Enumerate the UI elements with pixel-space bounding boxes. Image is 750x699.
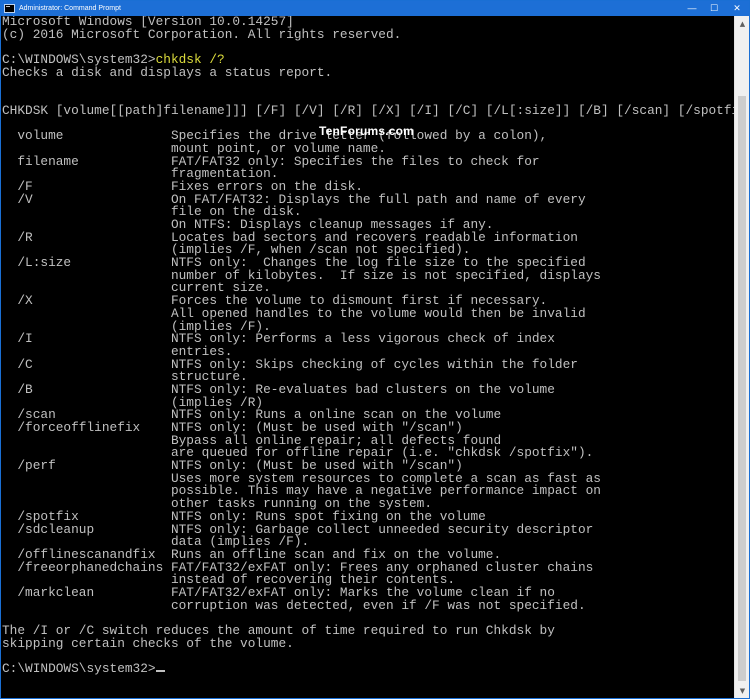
console-line: Checks a disk and displays a status repo…: [2, 64, 333, 80]
cmd-icon: [4, 4, 15, 13]
text-cursor: [155, 670, 165, 673]
scrollbar-thumb[interactable]: [738, 96, 746, 681]
close-button[interactable]: ✕: [725, 1, 749, 16]
console-line: C:\WINDOWS\system32>: [2, 662, 735, 676]
command-prompt-window: Administrator: Command Prompt — ☐ ✕ Micr…: [0, 0, 750, 699]
console-line: skipping certain checks of the volume.: [2, 635, 294, 651]
vertical-scrollbar[interactable]: ▲ ▼: [734, 16, 749, 698]
title-bar[interactable]: Administrator: Command Prompt — ☐ ✕: [1, 1, 749, 16]
console-line: (c) 2016 Microsoft Corporation. All righ…: [2, 26, 402, 42]
maximize-button[interactable]: ☐: [703, 1, 725, 16]
console-output[interactable]: Microsoft Windows [Version 10.0.14257] (c…: [2, 16, 735, 698]
minimize-button[interactable]: —: [681, 1, 703, 16]
scroll-up-icon[interactable]: ▲: [735, 16, 750, 31]
console-line: corruption was detected, even if /F was …: [2, 597, 586, 613]
scroll-down-icon[interactable]: ▼: [735, 683, 750, 698]
watermark: TenForums.com: [319, 124, 415, 138]
window-title: Administrator: Command Prompt: [19, 5, 121, 12]
console-line: CHKDSK [volume[[path]filename]]] [/F] [/…: [2, 102, 735, 118]
